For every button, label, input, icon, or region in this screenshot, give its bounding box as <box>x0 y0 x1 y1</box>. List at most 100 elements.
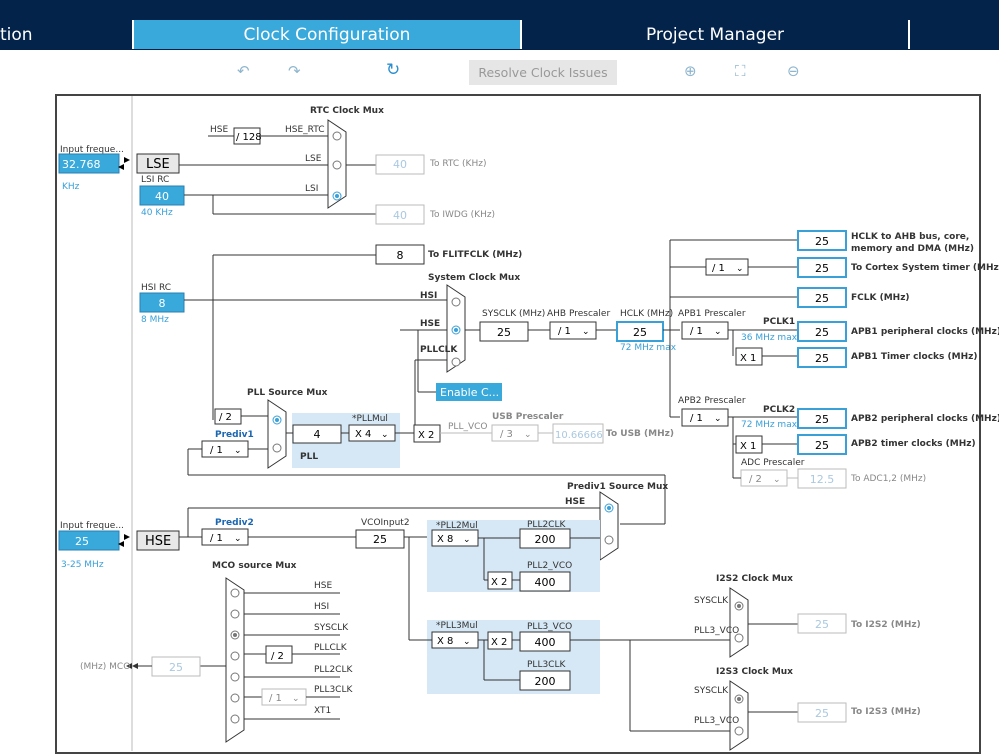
sysmux-hsi-label: HSI <box>420 291 437 301</box>
rtc-hse-label: HSE <box>210 125 228 135</box>
hsi-value: 8 <box>159 297 166 310</box>
pll2-vco-value: 400 <box>535 576 556 589</box>
apb2-timer-label: APB2 timer clocks (MHz) <box>851 439 976 449</box>
prediv1-source-mux-title: Prediv1 Source Mux <box>567 482 668 492</box>
sysmux-hse-label: HSE <box>420 319 440 329</box>
hsi-div2-text: / 2 <box>219 412 232 423</box>
mco-radio-pll3clk[interactable] <box>230 693 240 703</box>
usb-prescaler-value: / 3 <box>500 429 513 440</box>
chevron-down-icon: ⌄ <box>773 475 781 485</box>
hse-rtc-label: HSE_RTC <box>285 125 325 135</box>
sysmux-radio-hsi[interactable] <box>451 297 461 307</box>
rtc-mux-radio-lse[interactable] <box>332 160 342 170</box>
apb2-peripheral-value: 25 <box>815 413 829 426</box>
pll2-vco-label: PLL2_VCO <box>527 561 572 571</box>
chevron-down-icon: ⌄ <box>736 264 744 274</box>
pll3-vco-value: 400 <box>535 636 556 649</box>
prediv1-source-mux[interactable] <box>599 491 619 561</box>
mco-radio-pll2clk[interactable] <box>230 672 240 682</box>
i2s2-clock-mux-title: I2S2 Clock Mux <box>716 574 793 584</box>
sysclk-value: 25 <box>497 326 511 339</box>
hclk-output-label: HCLK to AHB bus, core, <box>851 232 969 242</box>
pll-input-value: 4 <box>314 428 321 441</box>
hse-frequency-value: 25 <box>75 535 89 548</box>
hse-range-label: 3-25 MHz <box>61 560 104 570</box>
prediv1-src-hse-label: HSE <box>565 497 585 507</box>
mco-hsi-label: HSI <box>314 602 329 612</box>
hsi-rc-label: HSI RC <box>141 283 171 293</box>
pll2mul-value: X 8 <box>437 534 453 545</box>
mco-pll3clk-label: PLL3CLK <box>314 685 353 695</box>
i2s3-radio-pll3vco[interactable] <box>734 726 744 736</box>
mco-radio-hse[interactable] <box>230 588 240 598</box>
chevron-down-icon: ⌄ <box>234 446 242 456</box>
chevron-down-icon: ⌄ <box>714 414 722 424</box>
mco-output-label: (MHz) MCO <box>80 662 130 672</box>
pclk2-label: PCLK2 <box>763 405 795 415</box>
system-clock-mux-title: System Clock Mux <box>428 273 520 283</box>
chevron-down-icon: ⌄ <box>292 694 300 704</box>
apb1-peripheral-label: APB1 peripheral clocks (MHz) <box>851 327 999 337</box>
to-i2s2-label: To I2S2 (MHz) <box>851 620 921 630</box>
rtc-lsi-label: LSI <box>305 184 318 194</box>
chevron-down-icon: ⌄ <box>463 637 471 647</box>
sysmux-radio-pllclk[interactable] <box>451 357 461 367</box>
mco-pll2clk-label: PLL2CLK <box>314 665 353 675</box>
hse-input-frequency-label: Input freque... <box>60 521 124 531</box>
sysmux-pllclk-label: PLLCLK <box>420 345 458 355</box>
pll-src-radio-prediv1[interactable] <box>272 443 282 453</box>
adc-prescaler-label: ADC Prescaler <box>741 458 805 468</box>
apb2-prescaler-value: / 1 <box>690 413 703 424</box>
apb1-timer-multiplier-value: X 1 <box>740 353 756 364</box>
to-flitfclk-label: To FLITFCLK (MHz) <box>428 250 522 260</box>
pllmul-value: X 4 <box>355 429 371 440</box>
hclk-value: 25 <box>633 326 647 339</box>
rtc-mux-radio-hse[interactable] <box>332 131 342 141</box>
to-usb-label: To USB (MHz) <box>606 429 674 439</box>
usb-x2-value: X 2 <box>418 430 434 441</box>
rtc-output-value: 40 <box>393 158 407 171</box>
pclk2-max-label: 72 MHz max <box>741 420 798 430</box>
i2s2-clock-mux[interactable] <box>729 587 749 658</box>
mco-div2-text: / 2 <box>271 651 284 662</box>
mco-radio-pllclk[interactable] <box>230 651 240 661</box>
to-iwdg-label: To IWDG (KHz) <box>429 210 495 220</box>
lse-box-label: LSE <box>146 157 170 172</box>
adc-output-value: 12.5 <box>810 473 835 486</box>
rtc-lse-label: LSE <box>305 154 322 164</box>
prediv1-src-radio-pll2[interactable] <box>604 535 614 545</box>
i2s3-clock-mux-title: I2S3 Clock Mux <box>716 667 793 677</box>
adc-output-label: To ADC1,2 (MHz) <box>850 474 926 484</box>
hse-frequency-input[interactable] <box>58 530 120 551</box>
chevron-down-icon: ⌄ <box>524 430 532 440</box>
mco-radio-xt1[interactable] <box>230 714 240 724</box>
fclk-output-label: FCLK (MHz) <box>851 293 910 303</box>
i2s3-output-value: 25 <box>815 707 829 720</box>
clock-tree-diagram: RTC Clock Mux HSE / 128 HSE_RTC LSE LSI … <box>58 96 999 751</box>
usb-output-value: 10.66666 <box>555 430 603 441</box>
hsi-mhz-label: 8 MHz <box>141 315 169 325</box>
iwdg-output-value: 40 <box>393 209 407 222</box>
lsi-rc-label: LSI RC <box>141 175 169 185</box>
pll3-block <box>427 620 600 694</box>
mco-radio-hsi[interactable] <box>230 609 240 619</box>
i2s3-pll3vco-label: PLL3_VCO <box>694 716 739 726</box>
usb-prescaler-label: USB Prescaler <box>492 412 564 422</box>
pll3mul-value: X 8 <box>437 636 453 647</box>
to-i2s3-label: To I2S3 (MHz) <box>851 707 921 717</box>
pllmul-label: *PLLMul <box>352 414 388 424</box>
enable-css-label: Enable C... <box>440 386 499 399</box>
ahb-prescaler-value: / 1 <box>558 326 571 337</box>
pll-source-mux[interactable] <box>267 399 287 469</box>
chevron-down-icon: ⌄ <box>234 534 242 544</box>
to-rtc-label: To RTC (KHz) <box>429 159 486 169</box>
vcoinput2-label: VCOInput2 <box>361 518 410 528</box>
prediv1-value: / 1 <box>210 445 223 456</box>
hclk-output-label-2: memory and DMA (MHz) <box>851 244 974 254</box>
mco-pllclk-label: PLLCLK <box>314 643 348 653</box>
apb2-prescaler-label: APB2 Prescaler <box>678 396 746 406</box>
pll3mul-label: *PLL3Mul <box>436 621 478 631</box>
apb1-timer-value: 25 <box>815 352 829 365</box>
hclk-output-value: 25 <box>815 235 829 248</box>
pll2-x2-value: X 2 <box>491 577 507 588</box>
